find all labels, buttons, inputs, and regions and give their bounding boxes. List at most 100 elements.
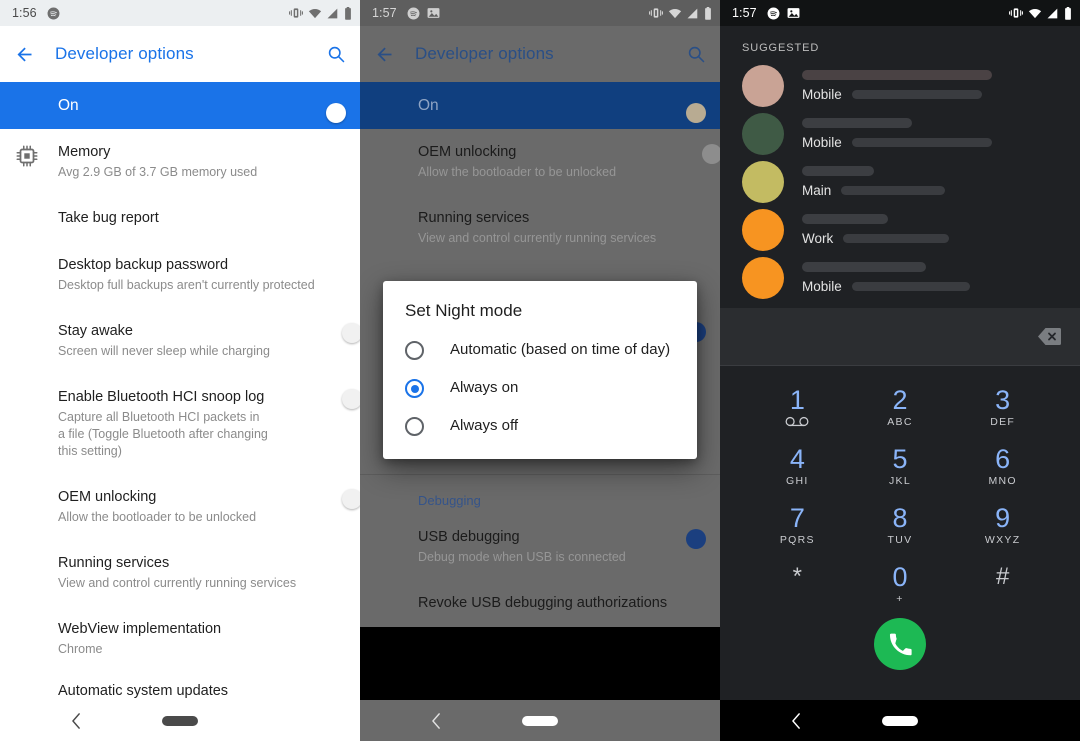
- list-item-title: USB debugging: [418, 529, 520, 545]
- dialpad-key-3[interactable]: 3 DEF: [951, 376, 1054, 435]
- list-item-title: Running services: [418, 210, 530, 226]
- list-item-desktop-backup-password[interactable]: Desktop backup password Desktop full bac…: [0, 242, 360, 308]
- dialpad-digit: #: [996, 563, 1010, 590]
- nav-back-icon[interactable]: [430, 712, 443, 729]
- dialpad-key-7[interactable]: 7 PQRS: [746, 494, 849, 553]
- dialpad-key-8[interactable]: 8 TUV: [849, 494, 952, 553]
- list-item-oem-unlocking[interactable]: OEM unlocking Allow the bootloader to be…: [0, 474, 360, 540]
- list-item-revoke-usb-debugging-authorizations[interactable]: Revoke USB debugging authorizations: [360, 580, 720, 627]
- contact-row[interactable]: Mobile: [720, 110, 1080, 158]
- navigation-bar: [0, 700, 360, 741]
- dialpad-key-0[interactable]: 0 +: [849, 553, 952, 612]
- contact-detail-line: Mobile: [802, 279, 1064, 294]
- contact-row[interactable]: Work: [720, 206, 1080, 254]
- dialpad-key-star[interactable]: *: [746, 553, 849, 612]
- list-item-text: Memory Avg 2.9 GB of 3.7 GB memory used: [58, 143, 344, 181]
- dialpad: 1 2 ABC 3 DEF 4 GHI 5 JKL 6 MNO 7 PQRS 8…: [720, 366, 1080, 612]
- radio-option-always-on[interactable]: Always on: [383, 369, 697, 407]
- radio-button-selected[interactable]: [405, 379, 424, 398]
- contact-number-type: Main: [802, 183, 832, 198]
- navigation-bar: [720, 700, 1080, 741]
- contact-detail-line: Mobile: [802, 135, 1064, 150]
- dialpad-digit: 6: [995, 444, 1011, 474]
- dialpad-digit: 1: [789, 385, 805, 415]
- panel-developer-options: 1:56 Developer options On Memory Avg 2.9…: [0, 0, 360, 741]
- avatar: [742, 113, 784, 155]
- radio-option-always-off[interactable]: Always off: [383, 407, 697, 445]
- dialpad-letters: PQRS: [779, 534, 815, 546]
- dialpad-key-1[interactable]: 1: [746, 376, 849, 435]
- radio-option-label: Always off: [450, 417, 519, 434]
- list-item-text: Desktop backup password Desktop full bac…: [58, 256, 344, 294]
- toggle-knob: [342, 489, 360, 509]
- home-pill[interactable]: [522, 715, 558, 726]
- dialpad-key-4[interactable]: 4 GHI: [746, 435, 849, 494]
- list-item-bluetooth-hci-snoop-log[interactable]: Enable Bluetooth HCI snoop log Capture a…: [0, 374, 360, 474]
- nav-back-icon[interactable]: [790, 712, 803, 729]
- dialpad-key-6[interactable]: 6 MNO: [951, 435, 1054, 494]
- contact-text: Main: [802, 166, 1064, 198]
- list-item-subtitle: Allow the bootloader to be unlocked: [418, 165, 617, 179]
- nav-back-icon[interactable]: [70, 712, 83, 729]
- list-item-text: Automatic system updates: [58, 682, 344, 701]
- contact-row[interactable]: Mobile: [720, 254, 1080, 302]
- settings-list: Memory Avg 2.9 GB of 3.7 GB memory used …: [0, 129, 360, 715]
- home-pill[interactable]: [162, 715, 198, 726]
- contact-text: Mobile: [802, 70, 1064, 102]
- avatar: [742, 257, 784, 299]
- status-bar: 1:57: [720, 0, 1080, 26]
- contact-row[interactable]: Main: [720, 158, 1080, 206]
- radio-button[interactable]: [405, 417, 424, 436]
- list-item-subtitle: Screen will never sleep while charging: [58, 344, 270, 358]
- contact-detail-line: Main: [802, 183, 1064, 198]
- app-bar: Developer options: [360, 26, 720, 82]
- radio-option-automatic[interactable]: Automatic (based on time of day): [383, 331, 697, 369]
- memory-chip-icon: [14, 143, 40, 169]
- dialpad-key-2[interactable]: 2 ABC: [849, 376, 952, 435]
- list-item-memory[interactable]: Memory Avg 2.9 GB of 3.7 GB memory used: [0, 129, 360, 195]
- search-icon[interactable]: [326, 44, 346, 64]
- status-bar-time: 1:57: [732, 6, 757, 20]
- toggle-knob: [686, 529, 706, 549]
- dialpad-letters: TUV: [887, 534, 913, 546]
- signal-icon: [327, 8, 339, 19]
- home-pill[interactable]: [882, 715, 918, 726]
- toggle-knob: [342, 323, 360, 343]
- status-bar-icons: [289, 6, 352, 20]
- contact-row[interactable]: Mobile: [720, 62, 1080, 110]
- list-item-take-bug-report[interactable]: Take bug report: [0, 195, 360, 242]
- dialer-number-entry[interactable]: [720, 308, 1080, 366]
- list-item-stay-awake[interactable]: Stay awake Screen will never sleep while…: [0, 308, 360, 374]
- developer-options-master-switch[interactable]: On: [360, 82, 720, 129]
- list-item-webview-implementation[interactable]: WebView implementation Chrome: [0, 606, 360, 672]
- list-item-title: Desktop backup password: [58, 257, 229, 273]
- list-item-running-services[interactable]: Running services View and control curren…: [0, 540, 360, 606]
- master-switch-label: On: [58, 96, 79, 114]
- search-icon[interactable]: [686, 44, 706, 64]
- back-arrow-icon[interactable]: [14, 44, 35, 65]
- dialpad-row: 7 PQRS 8 TUV 9 WXYZ: [746, 494, 1054, 553]
- backspace-icon[interactable]: [1038, 327, 1062, 346]
- list-item-title: Revoke USB debugging authorizations: [418, 595, 668, 611]
- contact-number-redacted: [843, 234, 950, 243]
- signal-icon: [687, 8, 699, 19]
- radio-button[interactable]: [405, 341, 424, 360]
- contact-number-type: Work: [802, 231, 834, 246]
- status-bar-notifications: [767, 7, 800, 20]
- list-item-oem-unlocking[interactable]: OEM unlocking Allow the bootloader to be…: [360, 129, 720, 195]
- battery-icon: [1064, 6, 1072, 20]
- developer-options-master-switch[interactable]: On: [0, 82, 360, 129]
- dialpad-row: 1 2 ABC 3 DEF: [746, 376, 1054, 435]
- page-title: Developer options: [55, 44, 194, 63]
- contact-text: Mobile: [802, 118, 1064, 150]
- list-item-subtitle: Chrome: [58, 642, 103, 656]
- dialpad-letters: DEF: [990, 416, 1016, 428]
- list-item-usb-debugging[interactable]: USB debugging Debug mode when USB is con…: [360, 514, 720, 580]
- dialpad-key-hash[interactable]: #: [951, 553, 1054, 612]
- list-item-running-services[interactable]: Running services View and control curren…: [360, 195, 720, 261]
- dialpad-key-9[interactable]: 9 WXYZ: [951, 494, 1054, 553]
- contact-name-redacted: [802, 166, 874, 176]
- call-button[interactable]: [874, 618, 926, 670]
- dialpad-key-5[interactable]: 5 JKL: [849, 435, 952, 494]
- back-arrow-icon[interactable]: [374, 44, 395, 65]
